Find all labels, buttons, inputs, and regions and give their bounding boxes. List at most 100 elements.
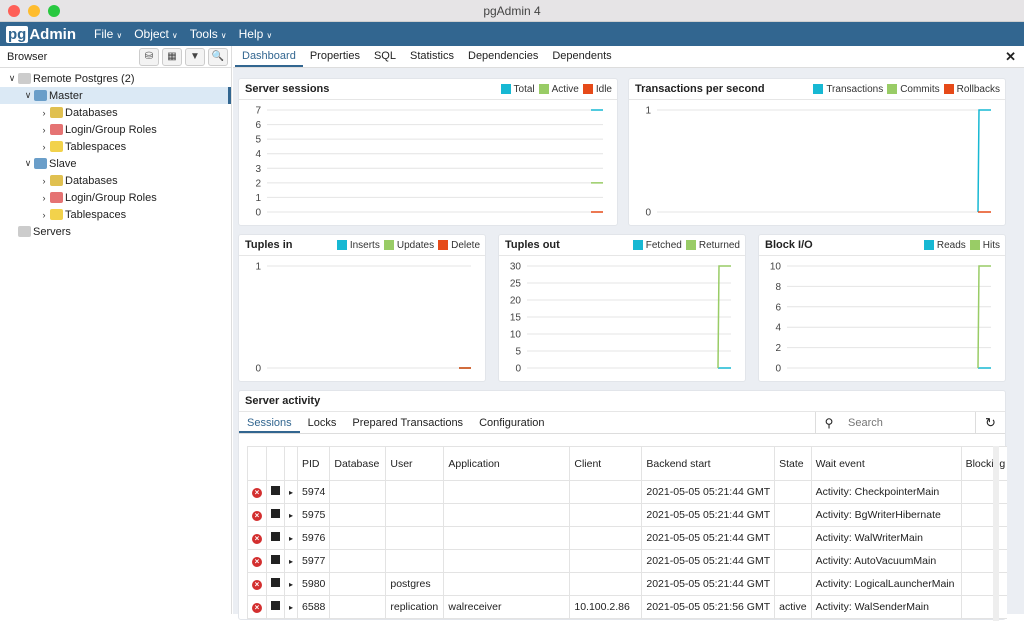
expand-row-icon[interactable]: ▸ <box>283 595 299 619</box>
legend-label[interactable]: Updates <box>397 240 434 251</box>
tree-node[interactable]: › Login/Group Roles <box>0 189 231 206</box>
search-objects-button[interactable]: 🔍 <box>208 47 228 66</box>
column-header[interactable] <box>266 446 285 481</box>
legend-label[interactable]: Reads <box>937 240 966 251</box>
tab-dependents[interactable]: Dependents <box>545 45 618 67</box>
expand-row-icon[interactable]: ▸ <box>283 526 299 550</box>
terminate-session-icon[interactable]: × <box>252 603 262 613</box>
column-header[interactable]: PID <box>297 446 331 481</box>
table-row[interactable]: × ▸ 6588 replication walreceiver 10.100.2.86 2… <box>247 595 1007 619</box>
server-activity-panel: Server activity Sessions Locks Prepared Tr… <box>238 390 1007 621</box>
close-tab-icon[interactable]: ✕ <box>1005 49 1016 65</box>
column-header[interactable]: Blocking P <box>960 446 1007 481</box>
cancel-query-icon[interactable] <box>271 555 280 564</box>
tree-node[interactable]: ∨ Slave <box>0 155 231 172</box>
table-row[interactable]: × ▸ 5974 2021-05-05 05:21:44 GMT Activity: C… <box>247 480 1007 504</box>
column-header[interactable]: Database <box>329 446 387 481</box>
expand-row-icon[interactable]: ▸ <box>283 572 299 596</box>
chevron-right-icon[interactable]: › <box>38 142 50 152</box>
tree-node[interactable]: ∨ Master <box>0 87 231 104</box>
activity-tab-prepared-transactions[interactable]: Prepared Transactions <box>344 412 471 433</box>
activity-tab-locks[interactable]: Locks <box>300 412 345 433</box>
tree-node[interactable]: › Databases <box>0 104 231 121</box>
cancel-query-icon[interactable] <box>271 601 280 610</box>
chevron-down-icon[interactable]: ∨ <box>6 73 18 84</box>
column-header[interactable]: User <box>385 446 445 481</box>
view-data-button[interactable]: ▦ <box>162 47 182 66</box>
table-row[interactable]: × ▸ 5980 postgres 2021-05-05 05:21:44 GMT Act… <box>247 572 1007 596</box>
activity-tab-sessions[interactable]: Sessions <box>239 412 300 433</box>
column-header[interactable] <box>247 446 267 481</box>
legend-label[interactable]: Active <box>552 84 579 95</box>
legend-label[interactable]: Inserts <box>350 240 380 251</box>
menu-tools[interactable]: Tools ∨ <box>190 27 227 41</box>
legend-label[interactable]: Rollbacks <box>957 84 1000 95</box>
column-header[interactable]: Client <box>569 446 643 481</box>
expand-row-icon[interactable]: ▸ <box>283 480 299 504</box>
terminate-session-icon[interactable]: × <box>252 511 262 521</box>
terminate-session-icon[interactable]: × <box>252 488 262 498</box>
chevron-down-icon[interactable]: ∨ <box>22 158 34 169</box>
legend-label[interactable]: Returned <box>699 240 740 251</box>
table-row[interactable]: × ▸ 5976 2021-05-05 05:21:44 GMT Activity: W… <box>247 526 1007 550</box>
legend-label[interactable]: Fetched <box>646 240 682 251</box>
cancel-query-icon[interactable] <box>271 532 280 541</box>
tab-statistics[interactable]: Statistics <box>403 45 461 67</box>
chevron-right-icon[interactable]: › <box>38 210 50 220</box>
table-row[interactable]: × ▸ 5975 2021-05-05 05:21:44 GMT Activity: B… <box>247 503 1007 527</box>
menu-help[interactable]: Help ∨ <box>239 27 273 41</box>
query-tool-button[interactable]: ⛁ <box>139 47 159 66</box>
y-tick-label: 0 <box>515 364 521 375</box>
cancel-query-icon[interactable] <box>271 509 280 518</box>
column-header[interactable]: Application <box>443 446 571 481</box>
tree-node[interactable]: › Tablespaces <box>0 206 231 223</box>
chevron-right-icon[interactable]: › <box>38 125 50 135</box>
table-row[interactable]: × ▸ 5977 2021-05-05 05:21:44 GMT Activity: A… <box>247 549 1007 573</box>
close-window-button[interactable] <box>8 5 20 17</box>
activity-tab-configuration[interactable]: Configuration <box>471 412 552 433</box>
column-header[interactable]: Wait event <box>810 446 962 481</box>
search-input[interactable] <box>848 417 958 429</box>
menu-file[interactable]: File ∨ <box>94 27 122 41</box>
tree-node[interactable]: › Databases <box>0 172 231 189</box>
chevron-right-icon[interactable]: › <box>38 176 50 186</box>
search-icon: ⚲ <box>824 416 834 430</box>
tab-properties[interactable]: Properties <box>303 45 367 67</box>
terminate-session-icon[interactable]: × <box>252 557 262 567</box>
expand-row-icon[interactable]: ▸ <box>283 503 299 527</box>
expand-row-icon[interactable]: ▸ <box>283 549 299 573</box>
vertical-scrollbar[interactable] <box>993 446 999 621</box>
cancel-query-icon[interactable] <box>271 578 280 587</box>
chevron-right-icon[interactable]: › <box>38 108 50 118</box>
zoom-window-button[interactable] <box>48 5 60 17</box>
refresh-button[interactable]: ↻ <box>975 412 1005 434</box>
tab-dashboard[interactable]: Dashboard <box>235 45 303 67</box>
legend-label[interactable]: Total <box>514 84 535 95</box>
legend-label[interactable]: Hits <box>983 240 1000 251</box>
tree-node[interactable]: › Tablespaces <box>0 138 231 155</box>
tree-node-label: Remote Postgres (2) <box>33 72 135 85</box>
legend-label[interactable]: Delete <box>451 240 480 251</box>
menu-object[interactable]: Object ∨ <box>134 27 178 41</box>
y-tick-label: 8 <box>775 282 781 293</box>
tab-sql[interactable]: SQL <box>367 45 403 67</box>
terminate-session-icon[interactable]: × <box>252 534 262 544</box>
minimize-window-button[interactable] <box>28 5 40 17</box>
chevron-right-icon[interactable]: › <box>38 193 50 203</box>
terminate-session-icon[interactable]: × <box>252 580 262 590</box>
filtered-rows-button[interactable]: ▼ <box>185 47 205 66</box>
column-header[interactable]: Backend start <box>641 446 776 481</box>
tree-node[interactable]: › Login/Group Roles <box>0 121 231 138</box>
legend-label[interactable]: Commits <box>900 84 939 95</box>
cancel-query-icon[interactable] <box>271 486 280 495</box>
tree-node[interactable]: Servers <box>0 223 231 240</box>
table-cell <box>569 549 643 573</box>
search-box[interactable]: ⚲ <box>815 412 975 434</box>
chevron-down-icon[interactable]: ∨ <box>22 90 34 101</box>
column-header[interactable]: State <box>774 446 812 481</box>
legend-label[interactable]: Idle <box>596 84 612 95</box>
tab-dependencies[interactable]: Dependencies <box>461 45 545 67</box>
tree-node[interactable]: ∨ Remote Postgres (2) <box>0 70 231 87</box>
column-header[interactable] <box>283 446 299 481</box>
legend-label[interactable]: Transactions <box>826 84 883 95</box>
